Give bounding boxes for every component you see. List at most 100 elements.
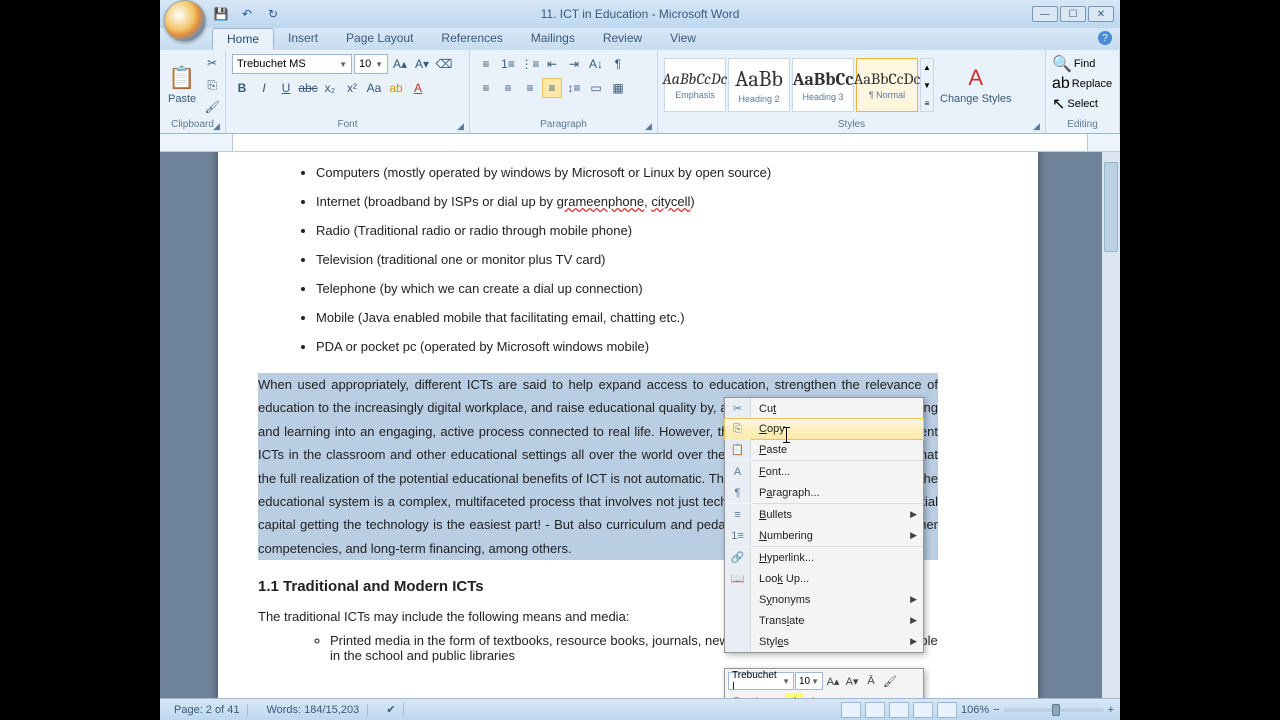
cut-icon[interactable]: ✂ [202, 53, 222, 73]
mini-increase-indent[interactable]: ⇥ [842, 693, 860, 698]
align-center-button[interactable]: ≡ [498, 78, 518, 98]
multilevel-list-button[interactable]: ⋮≡ [520, 54, 540, 74]
close-button[interactable]: ✕ [1088, 6, 1114, 22]
style-heading3[interactable]: AaBbCcHeading 3 [792, 58, 854, 112]
view-draft[interactable] [937, 702, 957, 718]
tab-review[interactable]: Review [589, 28, 656, 50]
bold-button[interactable]: B [232, 78, 252, 98]
tab-view[interactable]: View [656, 28, 710, 50]
status-page[interactable]: Page: 2 of 41 [166, 704, 248, 716]
styles-scroll[interactable]: ▲ ▼ ≡ [920, 58, 934, 112]
list-item[interactable]: PDA or pocket pc (operated by Microsoft … [316, 332, 938, 361]
clipboard-launcher[interactable]: ◢ [213, 121, 223, 131]
ctx-font[interactable]: AFont... [725, 461, 923, 482]
ctx-synonyms[interactable]: Synonyms▶ [725, 589, 923, 610]
status-proofing-icon[interactable]: ✔ [378, 703, 404, 716]
ctx-hyperlink[interactable]: 🔗Hyperlink... [725, 547, 923, 568]
mini-size-combo[interactable]: 10▼ [795, 672, 823, 690]
list-item[interactable]: Mobile (Java enabled mobile that facilit… [316, 303, 938, 332]
mini-format-painter[interactable]: 🖌 [881, 672, 899, 690]
show-marks-button[interactable]: ¶ [608, 54, 628, 74]
borders-button[interactable]: ▦ [608, 78, 628, 98]
ctx-paste[interactable]: 📋Paste [725, 439, 923, 460]
view-web-layout[interactable] [889, 702, 909, 718]
paste-button[interactable]: 📋 Paste [164, 63, 200, 107]
ctx-numbering[interactable]: 1≡Numbering▶ [725, 525, 923, 546]
view-outline[interactable] [913, 702, 933, 718]
strikethrough-button[interactable]: abc [298, 78, 318, 98]
shrink-font-icon[interactable]: A▾ [412, 54, 432, 74]
view-print-layout[interactable] [841, 702, 861, 718]
save-icon[interactable]: 💾 [212, 5, 230, 23]
list-item[interactable]: Television (traditional one or monitor p… [316, 245, 938, 274]
bullets-button[interactable]: ≡ [476, 54, 496, 74]
sort-button[interactable]: A↓ [586, 54, 606, 74]
font-size-combo[interactable]: 10▼ [354, 54, 388, 74]
list-item[interactable]: Computers (mostly operated by windows by… [316, 158, 938, 187]
mini-italic[interactable]: I [747, 693, 765, 698]
copy-icon[interactable]: ⎘ [202, 75, 222, 95]
tab-references[interactable]: References [427, 28, 516, 50]
tab-home[interactable]: Home [212, 28, 274, 50]
help-icon[interactable]: ? [1098, 31, 1112, 45]
zoom-in-button[interactable]: + [1108, 704, 1114, 716]
font-name-combo[interactable]: Trebuchet MS▼ [232, 54, 352, 74]
spelling-error[interactable]: grameenphone [557, 194, 644, 209]
find-button[interactable]: 🔍Find [1052, 54, 1095, 74]
ctx-paragraph[interactable]: ¶Paragraph... [725, 482, 923, 503]
replace-button[interactable]: abReplace [1052, 75, 1112, 93]
ctx-translate[interactable]: Translate▶ [725, 610, 923, 631]
line-spacing-button[interactable]: ↕≡ [564, 78, 584, 98]
tab-insert[interactable]: Insert [274, 28, 332, 50]
style-emphasis[interactable]: AaBbCcDcEmphasis [664, 58, 726, 112]
maximize-button[interactable]: ☐ [1060, 6, 1086, 22]
numbering-button[interactable]: 1≡ [498, 54, 518, 74]
style-heading2[interactable]: AaBbHeading 2 [728, 58, 790, 112]
align-right-button[interactable]: ≡ [520, 78, 540, 98]
office-button[interactable] [164, 0, 206, 42]
clear-formatting-icon[interactable]: ⌫ [434, 54, 454, 74]
view-full-screen[interactable] [865, 702, 885, 718]
italic-button[interactable]: I [254, 78, 274, 98]
font-launcher[interactable]: ◢ [457, 121, 467, 131]
select-button[interactable]: ↖Select [1052, 94, 1098, 114]
grow-font-icon[interactable]: A▴ [390, 54, 410, 74]
shading-button[interactable]: ▭ [586, 78, 606, 98]
styles-launcher[interactable]: ◢ [1033, 121, 1043, 131]
ctx-bullets[interactable]: ≡Bullets▶ [725, 504, 923, 525]
list-item[interactable]: Telephone (by which we can create a dial… [316, 274, 938, 303]
highlight-button[interactable]: ab [386, 78, 406, 98]
change-case-button[interactable]: Aa [364, 78, 384, 98]
paragraph-launcher[interactable]: ◢ [645, 121, 655, 131]
ctx-styles[interactable]: Styles▶ [725, 631, 923, 652]
mini-styles[interactable]: Ā [862, 672, 880, 690]
ruler[interactable] [160, 134, 1120, 152]
format-painter-icon[interactable]: 🖌 [202, 97, 222, 117]
align-left-button[interactable]: ≡ [476, 78, 496, 98]
underline-button[interactable]: U [276, 78, 296, 98]
font-color-button[interactable]: A [408, 78, 428, 98]
undo-icon[interactable]: ↶ [238, 5, 256, 23]
decrease-indent-button[interactable]: ⇤ [542, 54, 562, 74]
subscript-button[interactable]: x₂ [320, 78, 340, 98]
zoom-out-button[interactable]: − [993, 704, 999, 716]
mini-shrink-font[interactable]: A▾ [843, 672, 861, 690]
ctx-lookup[interactable]: 📖Look Up... [725, 568, 923, 589]
mini-center[interactable]: ≡ [766, 693, 784, 698]
mini-grow-font[interactable]: A▴ [824, 672, 842, 690]
list-item[interactable]: Radio (Traditional radio or radio throug… [316, 216, 938, 245]
minimize-button[interactable]: — [1032, 6, 1058, 22]
tab-page-layout[interactable]: Page Layout [332, 28, 427, 50]
superscript-button[interactable]: x² [342, 78, 362, 98]
mini-decrease-indent[interactable]: ⇤ [823, 693, 841, 698]
ctx-cut[interactable]: ✂Cut [725, 398, 923, 419]
mini-bold[interactable]: B [728, 693, 746, 698]
mini-font-color[interactable]: A [804, 693, 822, 698]
style-normal[interactable]: AaBbCcDc¶ Normal [856, 58, 918, 112]
tab-mailings[interactable]: Mailings [517, 28, 589, 50]
justify-button[interactable]: ≡ [542, 78, 562, 98]
spelling-error[interactable]: citycell [651, 194, 690, 209]
zoom-level[interactable]: 106% [961, 704, 989, 716]
zoom-slider[interactable] [1004, 708, 1104, 712]
vertical-scrollbar[interactable] [1102, 152, 1120, 698]
